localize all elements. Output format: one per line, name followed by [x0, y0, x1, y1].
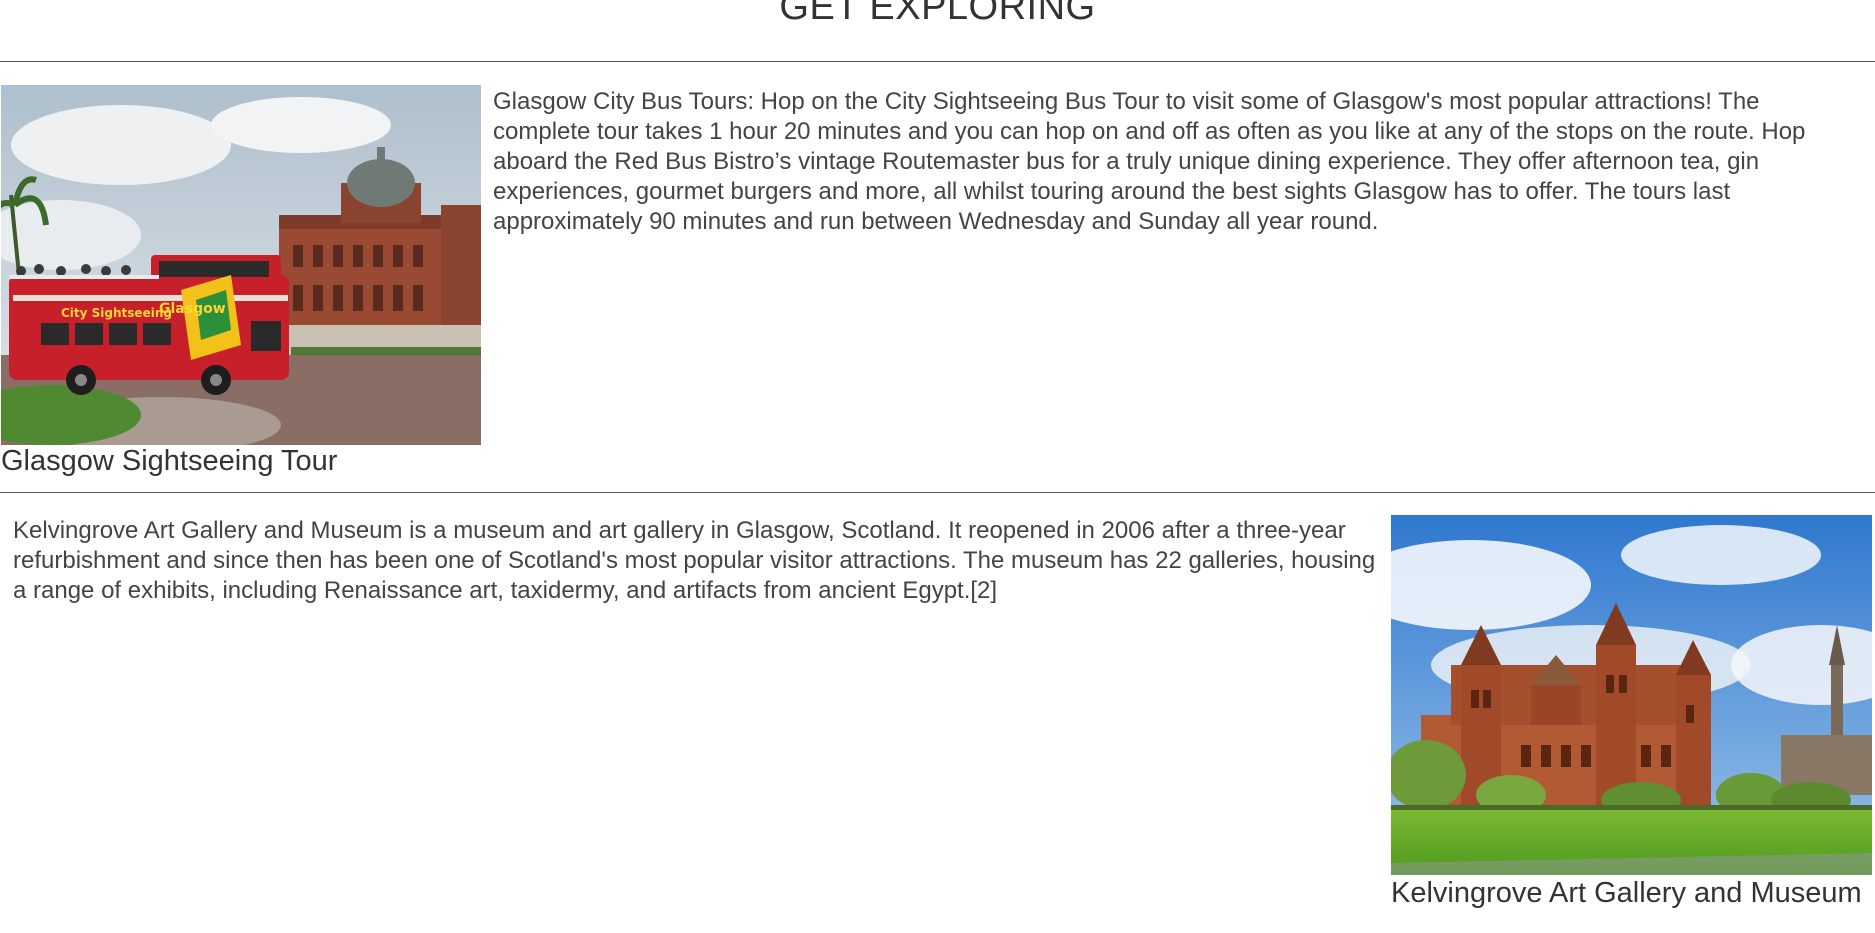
section-divider	[0, 61, 1875, 62]
page-title: GET EXPLORING	[779, 0, 1096, 28]
attraction-caption: Kelvingrove Art Gallery and Museum	[1391, 877, 1862, 909]
svg-text:Glasgow: Glasgow	[159, 301, 226, 317]
attraction-description: Glasgow City Bus Tours: Hop on the City …	[493, 88, 1806, 235]
sightseeing-bus-photo: City Sightseeing Glasgow	[1, 85, 481, 445]
section-divider	[0, 492, 1875, 493]
svg-text:City Sightseeing: City Sightseeing	[61, 306, 172, 320]
kelvingrove-photo	[1391, 515, 1872, 875]
attraction-caption: Glasgow Sightseeing Tour	[1, 445, 338, 477]
attraction-description: Kelvingrove Art Gallery and Museum is a …	[13, 517, 1376, 604]
